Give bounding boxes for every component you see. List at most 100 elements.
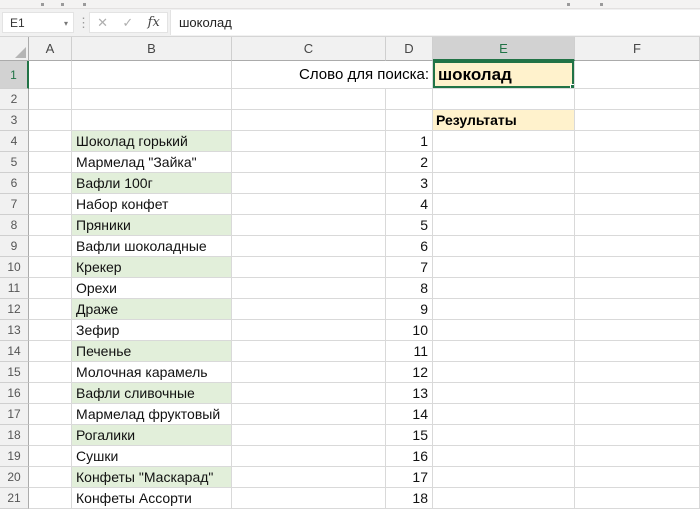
cell-F2[interactable] xyxy=(575,89,700,110)
row-header-1[interactable]: 1 xyxy=(0,61,29,89)
cell-C6[interactable] xyxy=(232,173,386,194)
cell-A2[interactable] xyxy=(29,89,72,110)
cell-D20[interactable]: 17 xyxy=(386,467,433,488)
cell-E10[interactable] xyxy=(433,257,575,278)
cell-B19[interactable]: Сушки xyxy=(72,446,232,467)
cell-E2[interactable] xyxy=(433,89,575,110)
cell-B21[interactable]: Конфеты Ассорти xyxy=(72,488,232,509)
cell-D14[interactable]: 11 xyxy=(386,341,433,362)
cell-A3[interactable] xyxy=(29,110,72,131)
cell-C2[interactable] xyxy=(232,89,386,110)
cell-F6[interactable] xyxy=(575,173,700,194)
cell-D7[interactable]: 4 xyxy=(386,194,433,215)
cell-D2[interactable] xyxy=(386,89,433,110)
cell-C12[interactable] xyxy=(232,299,386,320)
cell-A11[interactable] xyxy=(29,278,72,299)
cell-F3[interactable] xyxy=(575,110,700,131)
cell-B15[interactable]: Молочная карамель xyxy=(72,362,232,383)
row-header-4[interactable]: 4 xyxy=(0,131,29,152)
cell-C11[interactable] xyxy=(232,278,386,299)
cell-B17[interactable]: Мармелад фруктовый xyxy=(72,404,232,425)
cell-A20[interactable] xyxy=(29,467,72,488)
cell-A6[interactable] xyxy=(29,173,72,194)
cell-C10[interactable] xyxy=(232,257,386,278)
cell-C7[interactable] xyxy=(232,194,386,215)
cell-B13[interactable]: Зефир xyxy=(72,320,232,341)
cell-C9[interactable] xyxy=(232,236,386,257)
cell-A5[interactable] xyxy=(29,152,72,173)
column-header-A[interactable]: A xyxy=(29,37,72,61)
row-header-9[interactable]: 9 xyxy=(0,236,29,257)
cell-F21[interactable] xyxy=(575,488,700,509)
cell-B16[interactable]: Вафли сливочные xyxy=(72,383,232,404)
cell-E9[interactable] xyxy=(433,236,575,257)
cell-D3[interactable] xyxy=(386,110,433,131)
cell-F11[interactable] xyxy=(575,278,700,299)
column-header-F[interactable]: F xyxy=(575,37,700,61)
cell-B1[interactable] xyxy=(72,61,232,89)
cell-B6[interactable]: Вафли 100г xyxy=(72,173,232,194)
row-header-20[interactable]: 20 xyxy=(0,467,29,488)
cell-F5[interactable] xyxy=(575,152,700,173)
formula-bar-resize-handle[interactable]: ⋮ xyxy=(77,13,85,33)
cell-E19[interactable] xyxy=(433,446,575,467)
cell-E17[interactable] xyxy=(433,404,575,425)
search-label-cell[interactable]: Слово для поиска: xyxy=(232,61,433,89)
name-box[interactable]: E1 ▾ xyxy=(2,12,74,33)
cell-B12[interactable]: Драже xyxy=(72,299,232,320)
row-header-2[interactable]: 2 xyxy=(0,89,29,110)
cell-D19[interactable]: 16 xyxy=(386,446,433,467)
cell-D13[interactable]: 10 xyxy=(386,320,433,341)
cell-B10[interactable]: Крекер xyxy=(72,257,232,278)
cell-D17[interactable]: 14 xyxy=(386,404,433,425)
cell-C15[interactable] xyxy=(232,362,386,383)
row-header-17[interactable]: 17 xyxy=(0,404,29,425)
cell-B2[interactable] xyxy=(72,89,232,110)
cell-D6[interactable]: 3 xyxy=(386,173,433,194)
row-header-3[interactable]: 3 xyxy=(0,110,29,131)
cell-A13[interactable] xyxy=(29,320,72,341)
fill-handle[interactable] xyxy=(570,84,575,89)
cell-E13[interactable] xyxy=(433,320,575,341)
cell-A9[interactable] xyxy=(29,236,72,257)
cell-E11[interactable] xyxy=(433,278,575,299)
cell-B11[interactable]: Орехи xyxy=(72,278,232,299)
row-header-8[interactable]: 8 xyxy=(0,215,29,236)
cell-F1[interactable] xyxy=(575,61,700,89)
cell-E4[interactable] xyxy=(433,131,575,152)
cell-E7[interactable] xyxy=(433,194,575,215)
cell-F14[interactable] xyxy=(575,341,700,362)
cell-C13[interactable] xyxy=(232,320,386,341)
cell-F13[interactable] xyxy=(575,320,700,341)
cell-E6[interactable] xyxy=(433,173,575,194)
row-header-11[interactable]: 11 xyxy=(0,278,29,299)
cell-F12[interactable] xyxy=(575,299,700,320)
cell-A1[interactable] xyxy=(29,61,72,89)
cell-B3[interactable] xyxy=(72,110,232,131)
cell-B8[interactable]: Пряники xyxy=(72,215,232,236)
row-header-10[interactable]: 10 xyxy=(0,257,29,278)
cell-D8[interactable]: 5 xyxy=(386,215,433,236)
cell-C3[interactable] xyxy=(232,110,386,131)
cell-B18[interactable]: Рогалики xyxy=(72,425,232,446)
cell-E8[interactable] xyxy=(433,215,575,236)
enter-icon[interactable]: ✓ xyxy=(122,15,133,31)
cell-D9[interactable]: 6 xyxy=(386,236,433,257)
cell-C14[interactable] xyxy=(232,341,386,362)
column-header-E[interactable]: E xyxy=(433,37,575,61)
cell-F4[interactable] xyxy=(575,131,700,152)
cell-A21[interactable] xyxy=(29,488,72,509)
cell-A15[interactable] xyxy=(29,362,72,383)
cell-D12[interactable]: 9 xyxy=(386,299,433,320)
column-header-C[interactable]: C xyxy=(232,37,386,61)
cell-E15[interactable] xyxy=(433,362,575,383)
cell-E20[interactable] xyxy=(433,467,575,488)
cell-E3[interactable]: Результаты xyxy=(433,110,575,131)
cell-A18[interactable] xyxy=(29,425,72,446)
cell-A7[interactable] xyxy=(29,194,72,215)
cell-B5[interactable]: Мармелад "Зайка" xyxy=(72,152,232,173)
cell-E5[interactable] xyxy=(433,152,575,173)
cell-E21[interactable] xyxy=(433,488,575,509)
cell-A17[interactable] xyxy=(29,404,72,425)
cell-F17[interactable] xyxy=(575,404,700,425)
